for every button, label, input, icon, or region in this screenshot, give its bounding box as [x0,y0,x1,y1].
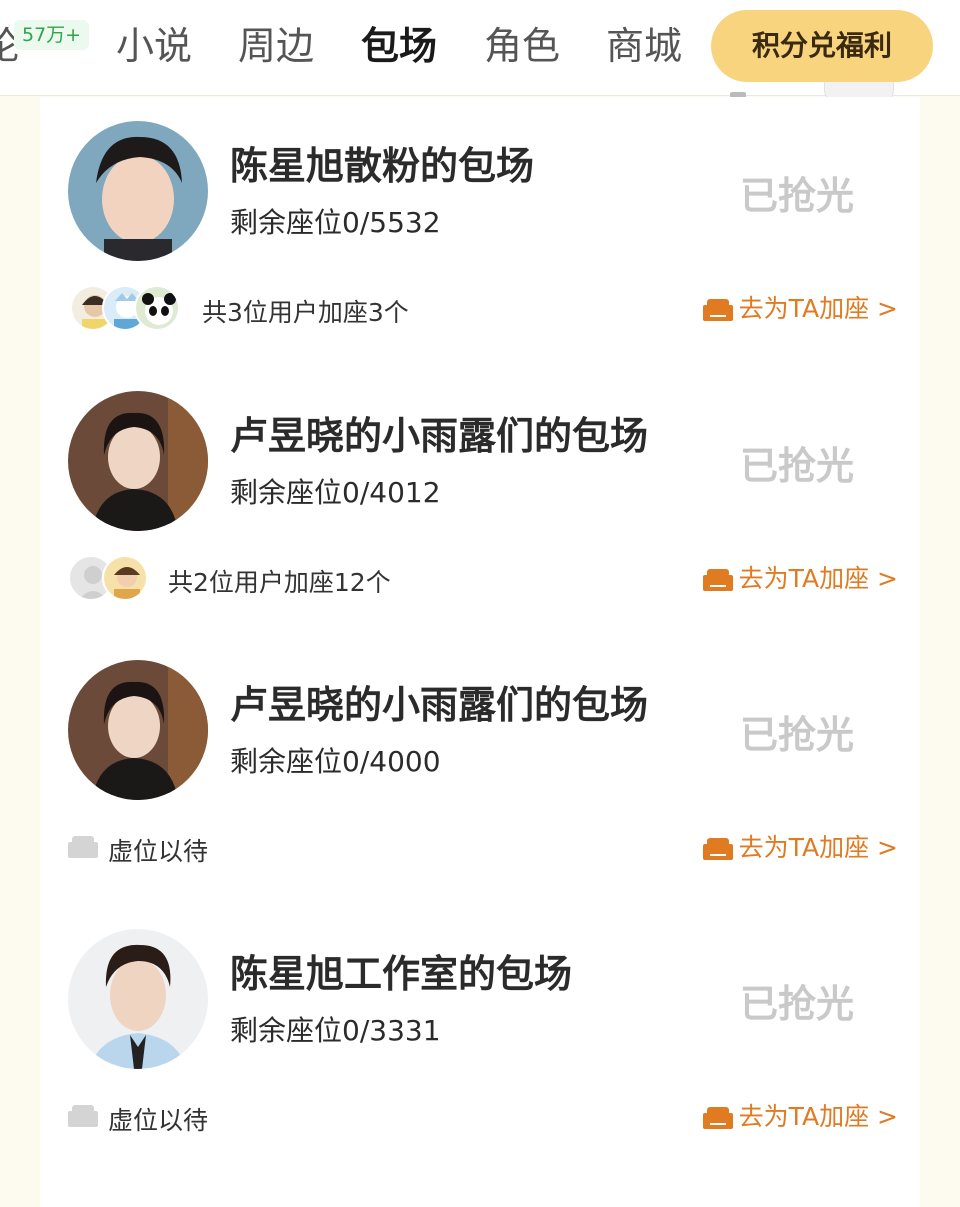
add-seat-label: 去为TA加座 > [738,833,898,862]
top-tab-bar: 论 57万+ 小说 周边 包场 角色 商城 积分兑福利 [0,0,960,96]
card-footer: 共3位用户加座3个 去为TA加座 > [68,285,898,333]
sold-out-status: 已抢光 [740,713,855,757]
tab-merch[interactable]: 周边 [238,22,314,70]
booking-title: 陈星旭工作室的包场 [230,952,573,996]
booking-card[interactable]: 卢昱晓的小雨露们的包场 剩余座位0/4000 已抢光 虚位以待 去为TA加座 > [40,636,920,906]
supporter-avatar [134,285,180,331]
sofa-icon [702,569,733,591]
add-seat-label: 去为TA加座 > [738,294,898,323]
sold-out-status: 已抢光 [740,174,855,218]
redeem-points-button[interactable]: 积分兑福利 [711,10,933,82]
tab-mall[interactable]: 商城 [606,22,682,70]
avatar [68,121,208,261]
remaining-seats: 剩余座位0/3331 [230,1014,441,1047]
booking-title: 卢昱晓的小雨露们的包场 [230,414,649,458]
empty-seat-icon [68,1105,98,1127]
booking-title: 卢昱晓的小雨露们的包场 [230,683,649,727]
remaining-seats: 剩余座位0/5532 [230,206,441,239]
tab-novel[interactable]: 小说 [116,22,192,70]
sold-out-status: 已抢光 [740,982,855,1026]
sofa-icon [702,838,733,860]
supporter-count: 共2位用户加座12个 [168,568,391,597]
add-seat-link[interactable]: 去为TA加座 > [702,291,898,327]
count-badge: 57万+ [14,20,90,50]
avatar [68,660,208,800]
remaining-seats: 剩余座位0/4012 [230,476,441,509]
empty-seat-text: 虚位以待 [108,837,209,866]
card-footer: 虚位以待 去为TA加座 > [68,824,898,872]
tab-group-booking[interactable]: 包场 [361,22,437,70]
booking-card[interactable]: 陈星旭散粉的包场 剩余座位0/5532 已抢光 共3位用户加座3个 去为TA加座… [40,97,920,367]
avatar [68,929,208,1069]
sofa-icon [702,299,733,321]
avatar [68,391,208,531]
card-footer: 共2位用户加座12个 去为TA加座 > [68,555,898,603]
empty-seat-text: 虚位以待 [108,1106,209,1135]
add-seat-link[interactable]: 去为TA加座 > [702,830,898,866]
add-seat-link[interactable]: 去为TA加座 > [702,1099,898,1135]
booking-card[interactable]: 陈星旭工作室的包场 剩余座位0/3331 已抢光 虚位以待 去为TA加座 > [40,905,920,1175]
supporter-count: 共3位用户加座3个 [202,298,409,327]
add-seat-label: 去为TA加座 > [738,1102,898,1131]
sold-out-status: 已抢光 [740,444,855,488]
booking-title: 陈星旭散粉的包场 [230,144,535,188]
add-seat-link[interactable]: 去为TA加座 > [702,561,898,597]
remaining-seats: 剩余座位0/4000 [230,745,441,778]
booking-card[interactable]: 卢昱晓的小雨露们的包场 剩余座位0/4012 已抢光 共2位用户加座12个 去为… [40,367,920,637]
add-seat-label: 去为TA加座 > [738,564,898,593]
supporter-avatar [102,555,148,601]
booking-list: 陈星旭散粉的包场 剩余座位0/5532 已抢光 共3位用户加座3个 去为TA加座… [40,97,920,1207]
sofa-icon [702,1107,733,1129]
tab-characters[interactable]: 角色 [484,22,560,70]
empty-seat-icon [68,836,98,858]
card-footer: 虚位以待 去为TA加座 > [68,1093,898,1141]
